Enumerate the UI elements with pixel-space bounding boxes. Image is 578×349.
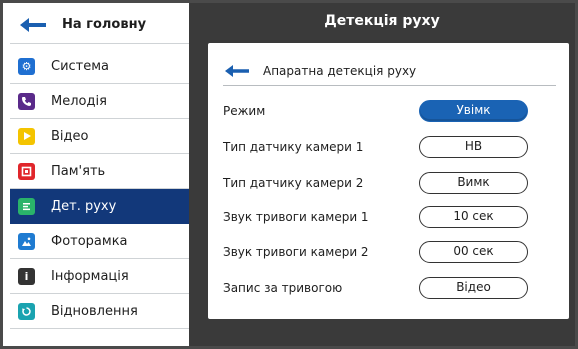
home-label: На головну — [62, 17, 147, 32]
camera2-alarm-sound-button[interactable]: 00 сек — [419, 241, 528, 263]
back-arrow-icon — [20, 17, 46, 32]
sidebar-item-label: Відео — [51, 128, 89, 144]
home-button[interactable]: На головну — [10, 6, 189, 44]
sidebar-item-restore[interactable]: Відновлення — [10, 294, 189, 329]
sub-header-back-button[interactable]: Апаратна детекція руху — [223, 56, 556, 86]
setting-label: Тип датчику камери 1 — [223, 140, 364, 154]
sidebar-item-label: Система — [51, 58, 110, 74]
setting-label: Тип датчику камери 2 — [223, 176, 364, 190]
sidebar-item-label: Фоторамка — [51, 233, 128, 249]
setting-row-camera1-alarm: Звук тривоги камери 1 10 сек — [223, 205, 543, 229]
setting-row-mode: Режим Увімк — [223, 99, 543, 123]
setting-row-camera2-alarm: Звук тривоги камери 2 00 сек — [223, 240, 543, 264]
info-icon: i — [18, 267, 35, 285]
photo-icon — [18, 232, 35, 250]
sidebar: На головну ⚙ Система Мелодія Відео Пам'я… — [3, 3, 189, 346]
sidebar-item-melody[interactable]: Мелодія — [10, 84, 189, 119]
motion-icon — [18, 197, 35, 215]
sidebar-item-label: Дет. руху — [51, 198, 117, 214]
sidebar-item-label: Мелодія — [51, 93, 107, 109]
device-screen: На головну ⚙ Система Мелодія Відео Пам'я… — [0, 0, 578, 349]
sidebar-item-video[interactable]: Відео — [10, 119, 189, 154]
page-title: Детекція руху — [324, 13, 440, 29]
setting-row-camera1-sensor: Тип датчику камери 1 НВ — [223, 135, 543, 159]
back-arrow-icon — [225, 64, 249, 77]
sidebar-item-label: Інформація — [51, 268, 129, 284]
setting-label: Звук тривоги камери 1 — [223, 210, 369, 224]
setting-label: Звук тривоги камери 2 — [223, 245, 369, 259]
sidebar-item-system[interactable]: ⚙ Система — [10, 49, 189, 84]
camera1-alarm-sound-button[interactable]: 10 сек — [419, 206, 528, 228]
settings-panel: Апаратна детекція руху Режим Увімк Тип д… — [208, 43, 569, 319]
play-icon — [18, 127, 35, 145]
sidebar-item-label: Відновлення — [51, 303, 138, 319]
gear-icon: ⚙ — [18, 57, 35, 75]
sidebar-item-memory[interactable]: Пам'ять — [10, 154, 189, 189]
alarm-recording-button[interactable]: Відео — [419, 277, 528, 299]
sidebar-item-label: Пам'ять — [51, 163, 106, 179]
memory-icon — [18, 162, 35, 180]
setting-label: Запис за тривогою — [223, 281, 343, 295]
mode-toggle-button[interactable]: Увімк — [419, 100, 528, 122]
camera1-sensor-type-button[interactable]: НВ — [419, 136, 528, 158]
sidebar-item-information[interactable]: i Інформація — [10, 259, 189, 294]
setting-row-camera2-sensor: Тип датчику камери 2 Вимк — [223, 171, 543, 195]
camera2-sensor-type-button[interactable]: Вимк — [419, 172, 528, 194]
sidebar-item-photoframe[interactable]: Фоторамка — [10, 224, 189, 259]
restore-icon — [18, 302, 35, 320]
sidebar-item-motion-detection[interactable]: Дет. руху — [10, 189, 189, 224]
setting-label: Режим — [223, 104, 266, 118]
phone-icon — [18, 92, 35, 110]
sub-header-title: Апаратна детекція руху — [263, 63, 417, 78]
setting-row-alarm-recording: Запис за тривогою Відео — [223, 276, 543, 300]
